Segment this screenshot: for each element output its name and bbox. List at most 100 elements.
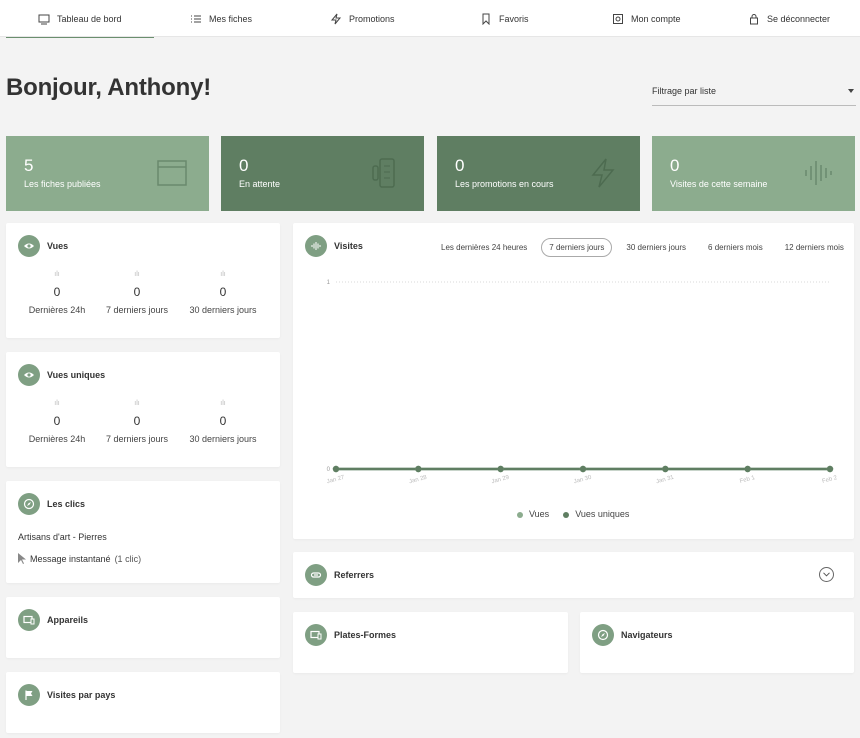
battery-icon: [372, 158, 395, 188]
panel-header: Navigateurs: [592, 624, 673, 646]
top-navigation: Tableau de bord Mes fiches Promotions Fa…: [0, 0, 860, 38]
bookmark-icon: [482, 13, 490, 25]
mini-bars-icon: ılı: [54, 400, 60, 407]
stat-promotions-en-cours[interactable]: 0 Les promotions en cours: [437, 136, 640, 211]
filter-label: Filtrage par liste: [652, 85, 717, 96]
flag-icon: [18, 684, 40, 706]
mini-bars-icon: ılı: [134, 271, 140, 278]
nav-label: Mes fiches: [209, 13, 253, 24]
nav-label: Se déconnecter: [767, 13, 831, 24]
mini-bars-icon: ılı: [134, 400, 140, 407]
metric-30j: ılı 0 30 derniers jours: [178, 400, 268, 444]
soundwave-icon: [805, 161, 832, 185]
vues-panel: Vues ılı 0 Dernières 24h ılı 0 7 dernier…: [6, 223, 280, 338]
x-tick-label: Jan 31: [656, 475, 676, 486]
list-icon: [191, 15, 201, 22]
x-tick-label: Jan 30: [573, 475, 593, 486]
clic-row: Message instantané (1 clic): [18, 553, 141, 564]
panel-title: Les clics: [47, 499, 86, 509]
data-point: [744, 465, 751, 473]
clic-item-name: Message instantané: [30, 553, 111, 564]
legend-label: Vues uniques: [575, 509, 630, 519]
x-tick-label: Feb 2: [822, 475, 839, 485]
metric-value: 0: [219, 414, 227, 428]
appareils-panel: Appareils: [6, 597, 280, 658]
x-tick-label: Jan 29: [491, 475, 511, 486]
nav-label: Tableau de bord: [57, 13, 122, 24]
y-tick-label: 0: [327, 467, 331, 473]
bolt-icon: [330, 13, 342, 24]
stat-en-attente[interactable]: 0 En attente: [221, 136, 424, 211]
stat-fiches-publiees[interactable]: 5 Les fiches publiées: [6, 136, 209, 211]
referrers-panel[interactable]: Referrers: [293, 552, 854, 598]
plates-formes-panel: Plates-Formes: [293, 612, 568, 673]
metric-value: 0: [53, 414, 61, 428]
clics-panel: Les clics Artisans d'art - Pierres Messa…: [6, 481, 280, 583]
stat-visites-semaine[interactable]: 0 Visites de cette semaine: [652, 136, 855, 211]
data-point: [826, 465, 834, 473]
navigateurs-panel: Navigateurs: [580, 612, 854, 673]
metric-label: 7 derniers jours: [105, 305, 169, 315]
lock-icon: [750, 13, 758, 24]
compass-icon: [18, 493, 40, 515]
panel-title: Vues uniques: [47, 370, 106, 380]
devices-icon: [305, 624, 327, 646]
metric-label: Dernières 24h: [28, 434, 86, 444]
eye-icon: [18, 235, 40, 257]
link-icon: [305, 564, 327, 586]
panel-title: Referrers: [334, 570, 375, 580]
nav-favoris[interactable]: Favoris: [480, 0, 529, 37]
data-point: [497, 465, 504, 473]
data-point: [332, 465, 340, 473]
nav-tableau-de-bord[interactable]: Tableau de bord: [6, 0, 153, 38]
data-point: [415, 465, 422, 473]
panel-header: Vues uniques: [18, 364, 105, 386]
x-tick-label: Jan 28: [409, 475, 429, 486]
panel-header: Les clics: [18, 493, 85, 515]
metric-label: 30 derniers jours: [189, 434, 257, 444]
metric-label: Dernières 24h: [28, 305, 86, 315]
y-tick-label: 1: [327, 280, 331, 286]
page-title: Bonjour, Anthony!: [6, 74, 212, 101]
metric-value: 0: [133, 414, 141, 428]
clic-item-count: (1 clic): [114, 553, 142, 564]
nav-mes-fiches[interactable]: Mes fiches: [190, 0, 252, 37]
nav-se-deconnecter[interactable]: Se déconnecter: [748, 0, 830, 37]
caret-down-icon: [848, 88, 854, 93]
clics-listing-name: Artisans d'art - Pierres: [18, 532, 107, 542]
x-tick-label: Feb 1: [739, 475, 756, 485]
bolt-icon: [591, 158, 615, 188]
monitor-icon: [38, 14, 50, 24]
panel-header: Vues: [18, 235, 68, 257]
metric-label: 7 derniers jours: [105, 434, 169, 444]
panel-title: Vues: [47, 241, 69, 251]
mini-bars-icon: ılı: [220, 400, 226, 407]
nav-label: Mon compte: [631, 13, 681, 24]
chevron-down-icon[interactable]: [819, 567, 834, 582]
metric-7j: ılı 0 7 derniers jours: [92, 400, 182, 444]
panel-header: Appareils: [18, 609, 88, 631]
visites-pays-panel: Visites par pays: [6, 672, 280, 733]
nav-label: Promotions: [349, 13, 395, 24]
legend-item-vues[interactable]: Vues: [517, 509, 549, 519]
metric-7j: ılı 0 7 derniers jours: [92, 271, 182, 315]
nav-promotions[interactable]: Promotions: [330, 0, 395, 37]
vues-uniques-panel: Vues uniques ılı 0 Dernières 24h ılı 0 7…: [6, 352, 280, 467]
legend-swatch: [517, 511, 523, 518]
data-point: [662, 465, 669, 473]
legend-item-vues-uniques[interactable]: Vues uniques: [563, 509, 629, 519]
chart-legend: Vues Vues uniques: [517, 509, 629, 519]
metric-24h: ılı 0 Dernières 24h: [12, 271, 102, 315]
nav-mon-compte[interactable]: Mon compte: [612, 0, 681, 37]
panel-title: Plates-Formes: [334, 630, 397, 640]
panel-header: Plates-Formes: [305, 624, 396, 646]
metric-24h: ılı 0 Dernières 24h: [12, 400, 102, 444]
cursor-icon: [18, 553, 26, 564]
list-filter-select[interactable]: Filtrage par liste: [652, 76, 856, 106]
visites-line-chart: 0 1 Jan 27 Jan 28 Jan 29 Jan 30 Jan 31 Feb 1 Feb…: [326, 280, 839, 486]
panel-title: Visites par pays: [47, 690, 116, 700]
settings-icon: [613, 13, 623, 24]
panel-header: Visites par pays: [18, 684, 115, 706]
metric-label: 30 derniers jours: [189, 305, 257, 315]
browser-icon: [157, 160, 187, 186]
